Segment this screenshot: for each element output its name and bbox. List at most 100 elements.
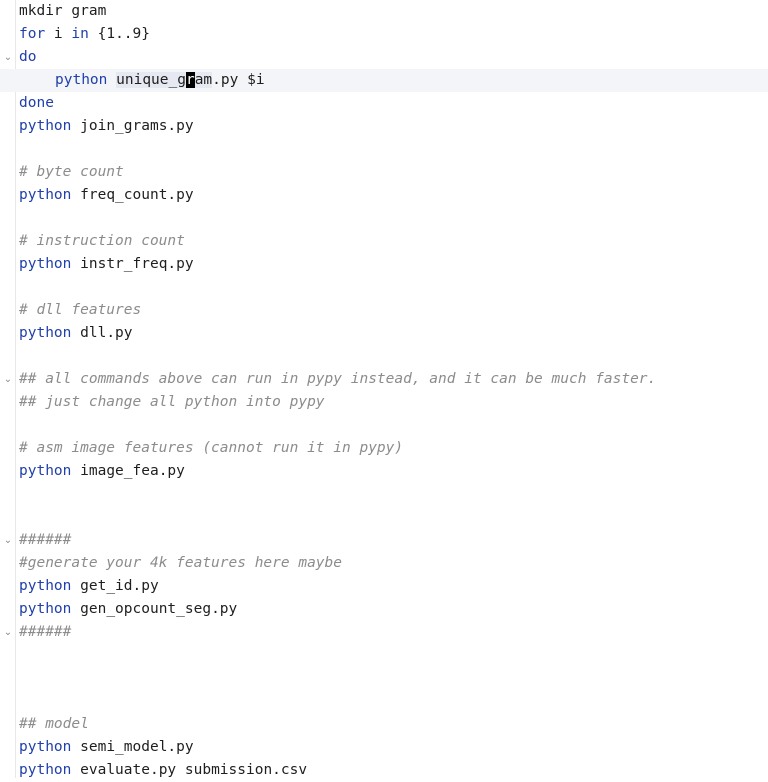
comment-token: ## model <box>19 716 89 732</box>
code-token: evaluate.py submission.csv <box>80 762 308 778</box>
code-token: instr_freq.py <box>80 256 194 272</box>
code-line[interactable]: # dll features <box>0 299 768 322</box>
code-text: # instruction count <box>19 230 185 253</box>
code-line[interactable] <box>0 506 768 529</box>
code-line[interactable]: # instruction count <box>0 230 768 253</box>
fold-chevron-icon[interactable]: ⌄ <box>3 529 13 552</box>
code-line[interactable] <box>0 414 768 437</box>
code-token: i <box>45 26 72 42</box>
keyword-token: python <box>19 118 72 134</box>
code-line[interactable]: done <box>0 92 768 115</box>
code-line[interactable]: #generate your 4k features here maybe <box>0 552 768 575</box>
keyword-token: in <box>71 26 89 42</box>
comment-token: # byte count <box>19 164 124 180</box>
code-line[interactable] <box>0 276 768 299</box>
code-text: ###### <box>19 529 71 552</box>
code-text: # byte count <box>19 161 124 184</box>
code-line[interactable] <box>0 345 768 368</box>
code-text: mkdir gram <box>19 0 106 23</box>
comment-token: # instruction count <box>19 233 185 249</box>
code-line[interactable]: # byte count <box>0 161 768 184</box>
code-line[interactable]: ## just change all python into pypy <box>0 391 768 414</box>
code-line[interactable]: python freq_count.py <box>0 184 768 207</box>
code-token: am <box>194 72 213 88</box>
code-line[interactable]: ⌄ ###### <box>0 621 768 644</box>
code-text: python dll.py <box>19 322 133 345</box>
code-text: ## model <box>19 713 89 736</box>
code-token: freq_count.py <box>80 187 194 203</box>
code-line[interactable]: mkdir gram <box>0 0 768 23</box>
comment-token: ###### <box>19 624 72 640</box>
code-token: unique_g <box>116 72 186 88</box>
code-text: do <box>19 46 36 69</box>
keyword-token: python <box>19 578 72 594</box>
code-token: image_fea.py <box>80 463 185 479</box>
code-line-current[interactable]: python unique_gram.py $i <box>0 69 768 92</box>
text-cursor: r <box>185 72 195 88</box>
comment-token: #generate your 4k features here maybe <box>19 555 343 571</box>
code-text: python freq_count.py <box>19 184 194 207</box>
code-token: dll.py <box>80 325 133 341</box>
code-line[interactable] <box>0 690 768 713</box>
code-line[interactable]: python evaluate.py submission.csv <box>0 759 768 782</box>
fold-chevron-icon[interactable]: ⌄ <box>3 621 13 644</box>
code-token: .py $i <box>212 72 265 88</box>
code-line[interactable]: python semi_model.py <box>0 736 768 759</box>
code-token: join_grams.py <box>80 118 194 134</box>
code-line[interactable] <box>0 207 768 230</box>
code-text: ###### <box>19 621 71 644</box>
code-text: python gen_opcount_seg.py <box>19 598 237 621</box>
code-text: # dll features <box>19 299 141 322</box>
code-text: python unique_gram.py $i <box>19 69 265 92</box>
keyword-token: done <box>19 95 54 111</box>
code-text: ## just change all python into pypy <box>19 391 325 414</box>
code-text: python join_grams.py <box>19 115 194 138</box>
code-line[interactable]: # asm image features (cannot run it in p… <box>0 437 768 460</box>
code-line[interactable]: for i in {1..9} <box>0 23 768 46</box>
code-token: semi_model.py <box>80 739 194 755</box>
code-line[interactable]: ⌄ ## all commands above can run in pypy i… <box>0 368 768 391</box>
code-line[interactable]: python join_grams.py <box>0 115 768 138</box>
highlighted-word: unique_gram <box>116 72 213 88</box>
comment-token: # asm image features (cannot run it in p… <box>19 440 404 456</box>
code-text: python evaluate.py submission.csv <box>19 759 307 782</box>
code-line[interactable]: ⌄ do <box>0 46 768 69</box>
keyword-token: python <box>19 187 72 203</box>
comment-token: ###### <box>19 532 72 548</box>
comment-token: ## all commands above can run in pypy in… <box>19 371 657 387</box>
code-text: #generate your 4k features here maybe <box>19 552 342 575</box>
code-line[interactable] <box>0 138 768 161</box>
code-line[interactable]: python gen_opcount_seg.py <box>0 598 768 621</box>
keyword-token: python <box>19 463 72 479</box>
code-line[interactable]: ⌄ ###### <box>0 529 768 552</box>
code-text: # asm image features (cannot run it in p… <box>19 437 403 460</box>
keyword-token: do <box>19 49 37 65</box>
code-text: ## all commands above can run in pypy in… <box>19 368 656 391</box>
code-text: for i in {1..9} <box>19 23 150 46</box>
code-line[interactable]: python get_id.py <box>0 575 768 598</box>
keyword-token: python <box>19 601 72 617</box>
code-line[interactable]: ## model <box>0 713 768 736</box>
keyword-token: python <box>19 739 72 755</box>
code-token: gen_opcount_seg.py <box>80 601 238 617</box>
fold-chevron-icon[interactable]: ⌄ <box>3 46 13 69</box>
code-text: python get_id.py <box>19 575 159 598</box>
code-text: done <box>19 92 54 115</box>
code-line[interactable]: python instr_freq.py <box>0 253 768 276</box>
code-line[interactable] <box>0 483 768 506</box>
code-text: python semi_model.py <box>19 736 194 759</box>
code-line[interactable] <box>0 644 768 667</box>
comment-token: ## just change all python into pypy <box>19 394 325 410</box>
code-line[interactable]: python image_fea.py <box>0 460 768 483</box>
keyword-token: python <box>19 256 72 272</box>
fold-chevron-icon[interactable]: ⌄ <box>3 368 13 391</box>
code-line[interactable]: python dll.py <box>0 322 768 345</box>
keyword-token: python <box>55 72 108 88</box>
keyword-token: for <box>19 26 46 42</box>
code-text: python instr_freq.py <box>19 253 194 276</box>
keyword-token: python <box>19 325 72 341</box>
code-editor[interactable]: mkdir gram for i in {1..9} ⌄ do python uniqu… <box>0 0 768 778</box>
code-token: get_id.py <box>80 578 159 594</box>
keyword-token: python <box>19 762 72 778</box>
code-line[interactable] <box>0 667 768 690</box>
